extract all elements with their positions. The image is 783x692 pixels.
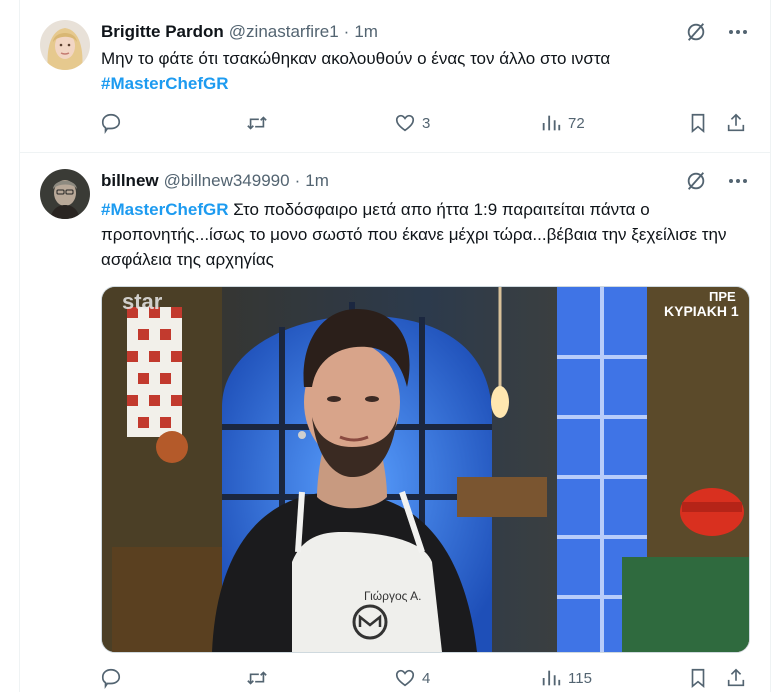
broadcast-label-top: ΠΡΕ [709, 289, 736, 304]
header-icons [684, 20, 750, 44]
reply-button[interactable] [100, 112, 122, 134]
broadcast-label: ΚΥΡΙΑΚΗ 1 [664, 303, 739, 319]
tweet-text-line: Μην το φάτε ότι τσακώθηκαν ακολουθούν ο … [101, 49, 611, 68]
header-icons [684, 169, 750, 193]
views-button[interactable]: 115 [540, 667, 592, 689]
heart-icon [395, 669, 415, 687]
share-icon [727, 113, 745, 132]
retweet-icon [247, 116, 267, 130]
retweet-icon [247, 671, 267, 685]
tweet-media-image[interactable]: Γιώργος Α. star ΠΡΕ ΚΥΡΙΑΚΗ 1 [101, 286, 750, 653]
analytics-icon [542, 115, 561, 131]
display-name[interactable]: billnew [101, 171, 159, 191]
share-button[interactable] [725, 667, 747, 689]
avatar[interactable] [40, 169, 90, 219]
like-button[interactable]: 4 [394, 667, 430, 689]
tweet-header: Brigitte Pardon @zinastarfire1 · 1m [101, 20, 378, 44]
view-count: 72 [568, 114, 585, 132]
more-options-icon[interactable] [726, 169, 750, 193]
user-handle[interactable]: @zinastarfire1 [229, 22, 339, 42]
separator-dot: · [343, 22, 350, 41]
reply-button[interactable] [100, 667, 122, 689]
tweet-header: billnew @billnew349990 · 1m [101, 169, 329, 193]
grok-icon[interactable] [684, 20, 708, 44]
masterchef-contestant-photo: Γιώργος Α. star ΠΡΕ ΚΥΡΙΑΚΗ 1 [102, 287, 749, 652]
like-count: 4 [422, 669, 431, 687]
more-options-icon[interactable] [726, 20, 750, 44]
tweet-actions: 3 72 [100, 112, 750, 136]
timestamp[interactable]: 1m [305, 171, 329, 191]
tweet[interactable]: Brigitte Pardon @zinastarfire1 · 1m Μην … [20, 0, 770, 153]
bookmark-button[interactable] [687, 112, 709, 134]
reply-icon [101, 113, 121, 134]
reply-icon [101, 668, 121, 689]
view-count: 115 [568, 669, 592, 687]
tweet-text: Μην το φάτε ότι τσακώθηκαν ακολουθούν ο … [101, 46, 751, 96]
tweet[interactable]: billnew @billnew349990 · 1m #MasterChefG… [20, 153, 770, 692]
separator-dot: · [294, 171, 301, 190]
like-button[interactable]: 3 [394, 112, 430, 134]
like-count: 3 [422, 114, 431, 132]
grok-icon[interactable] [684, 169, 708, 193]
share-button[interactable] [725, 112, 747, 134]
hashtag-link[interactable]: #MasterChefGR [101, 74, 229, 93]
views-button[interactable]: 72 [540, 112, 585, 134]
avatar[interactable] [40, 20, 90, 70]
tweet-actions: 4 115 [100, 667, 750, 691]
timeline: Brigitte Pardon @zinastarfire1 · 1m Μην … [19, 0, 771, 692]
tweet-text: #MasterChefGR Στο ποδόσφαιρο μετά απο ήτ… [101, 197, 751, 272]
apron-name: Γιώργος Α. [364, 589, 421, 603]
bookmark-icon [691, 668, 705, 689]
retweet-button[interactable] [245, 112, 269, 134]
channel-logo: star [122, 289, 163, 314]
timestamp[interactable]: 1m [354, 22, 378, 42]
heart-icon [395, 114, 415, 132]
user-handle[interactable]: @billnew349990 [164, 171, 290, 191]
bookmark-icon [691, 113, 705, 134]
bookmark-button[interactable] [687, 667, 709, 689]
retweet-button[interactable] [245, 667, 269, 689]
display-name[interactable]: Brigitte Pardon [101, 22, 224, 42]
analytics-icon [542, 670, 561, 686]
hashtag-link[interactable]: #MasterChefGR [101, 200, 229, 219]
share-icon [727, 668, 745, 687]
